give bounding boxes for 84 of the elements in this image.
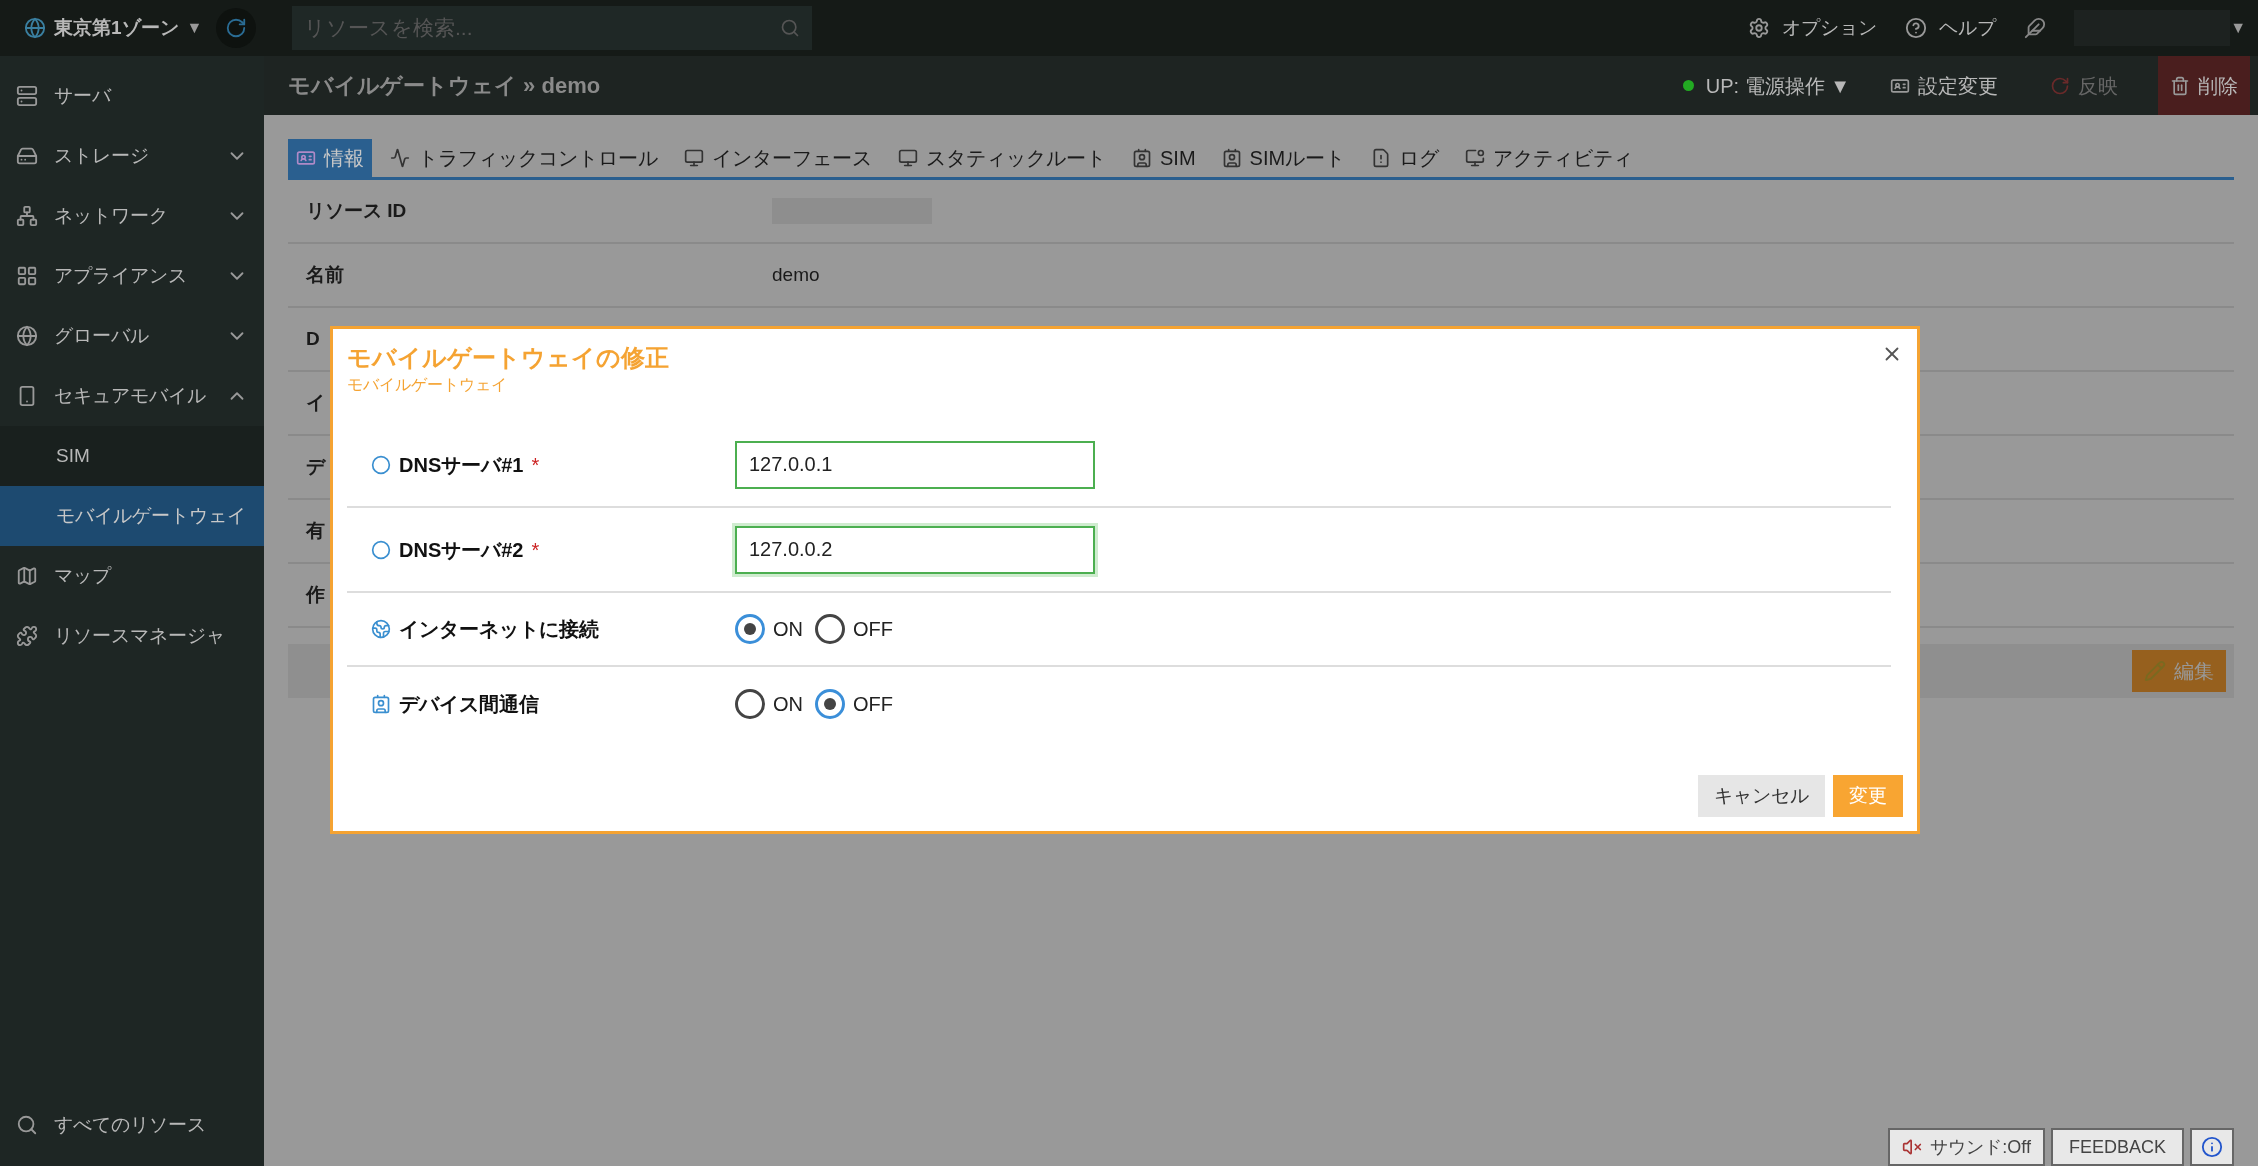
- help-icon: [1905, 17, 1928, 39]
- breadcrumb: モバイルゲートウェイ » demo: [288, 72, 601, 100]
- tab-icon: [1221, 148, 1242, 168]
- field-label: DNSサーバ#2: [399, 537, 524, 563]
- sidebar-item[interactable]: ネットワーク: [54, 201, 210, 231]
- trash-icon: [2170, 75, 2190, 96]
- search-icon: [16, 1114, 38, 1136]
- user-menu-caret[interactable]: ▼: [2230, 16, 2246, 40]
- sidebar-item[interactable]: サーバ: [54, 81, 248, 111]
- tab[interactable]: アクティビティ: [1457, 139, 1642, 177]
- tab[interactable]: SIMルート: [1213, 139, 1354, 177]
- detail-value: demo: [772, 262, 820, 287]
- field-label: デバイス間通信: [399, 692, 539, 717]
- radio-option[interactable]: OFF: [815, 614, 893, 644]
- tab[interactable]: SIM: [1124, 139, 1204, 177]
- tab-icon: [1465, 148, 1486, 168]
- sidebar-item[interactable]: リソースマネージャ: [54, 621, 248, 651]
- tab[interactable]: インターフェース: [676, 139, 880, 177]
- dialog-title: モバイルゲートウェイの修正: [347, 343, 669, 373]
- sidebar-item[interactable]: マップ: [54, 561, 248, 591]
- sidebar-item[interactable]: ストレージ: [54, 141, 210, 171]
- tab-icon: [1132, 148, 1152, 168]
- radio-option[interactable]: ON: [735, 614, 803, 644]
- refresh-icon: [2050, 75, 2070, 96]
- all-resources-link[interactable]: すべてのリソース: [54, 1110, 206, 1140]
- sidebar-icon: [16, 565, 38, 587]
- required-mark: *: [531, 537, 540, 563]
- tab-icon: [1371, 148, 1392, 168]
- tab[interactable]: スタティックルート: [890, 139, 1114, 177]
- sidebar-subitem[interactable]: SIM: [0, 426, 264, 486]
- text-input[interactable]: 127.0.0.1: [735, 440, 1095, 489]
- required-mark: *: [531, 452, 540, 478]
- feather-icon: [2024, 17, 2047, 39]
- globe-icon: [371, 619, 391, 639]
- info-button[interactable]: [2190, 1128, 2234, 1166]
- tab-icon: [684, 148, 704, 168]
- info-icon: [2201, 1136, 2223, 1158]
- sidebar-icon: [16, 265, 38, 287]
- sidebar-icon: [16, 625, 38, 647]
- muted-speaker-icon: [1902, 1137, 1923, 1157]
- detail-label: 有: [306, 519, 325, 541]
- search-icon: [780, 18, 800, 38]
- action-button[interactable]: 設定変更: [1878, 56, 2010, 115]
- sidebar-item[interactable]: アプライアンス: [54, 261, 210, 291]
- sound-toggle[interactable]: サウンド:Off: [1888, 1128, 2045, 1166]
- tab-icon: [296, 148, 316, 168]
- sidebar-item[interactable]: グローバル: [54, 321, 210, 351]
- power-menu[interactable]: UP: 電源操作 ▼: [1705, 70, 1850, 101]
- detail-label: 作: [306, 583, 325, 605]
- sidebar-icon: [16, 145, 38, 167]
- detail-label: D: [306, 327, 320, 349]
- sidebar-icon: [16, 205, 38, 227]
- dialog-subtitle: モバイルゲートウェイ: [347, 375, 507, 395]
- feedback-button[interactable]: FEEDBACK: [2050, 1128, 2184, 1166]
- sidebar-icon: [16, 325, 38, 347]
- sidebar-icon: [16, 85, 38, 107]
- radio-option[interactable]: ON: [735, 689, 803, 719]
- tab-icon: [898, 148, 918, 168]
- field-label: インターネットに接続: [399, 617, 599, 642]
- action-button[interactable]: 削除: [2158, 56, 2250, 115]
- sidebar-subitem[interactable]: モバイルゲートウェイ: [0, 486, 264, 546]
- card-icon: [371, 694, 391, 714]
- tab[interactable]: 情報: [288, 139, 372, 177]
- refresh-icon: [225, 17, 247, 39]
- tab-icon: [390, 148, 410, 168]
- radio-option[interactable]: OFF: [815, 689, 893, 719]
- pencil-icon: [2144, 660, 2166, 682]
- link-label[interactable]: オプション: [1782, 13, 1878, 43]
- globe-icon: [24, 17, 46, 39]
- zone-selector[interactable]: 東京第1ゾーン: [54, 13, 179, 43]
- text-input[interactable]: 127.0.0.2: [735, 525, 1095, 574]
- link-label[interactable]: ヘルプ: [1939, 13, 1997, 43]
- detail-label: デ: [306, 455, 325, 477]
- refresh-button[interactable]: [216, 8, 256, 48]
- cancel-button[interactable]: キャンセル: [1698, 775, 1825, 817]
- sidebar-item[interactable]: セキュアモバイル: [54, 381, 210, 411]
- tab[interactable]: ログ: [1363, 139, 1448, 177]
- field-label: DNSサーバ#1: [399, 452, 524, 478]
- detail-label: 名前: [306, 263, 344, 285]
- zone-caret[interactable]: ▼: [186, 16, 203, 40]
- gear-icon: [1748, 17, 1771, 39]
- detail-label: イ: [306, 391, 325, 413]
- tab[interactable]: トラフィックコントロール: [382, 139, 666, 177]
- detail-label: リソース ID: [306, 199, 407, 221]
